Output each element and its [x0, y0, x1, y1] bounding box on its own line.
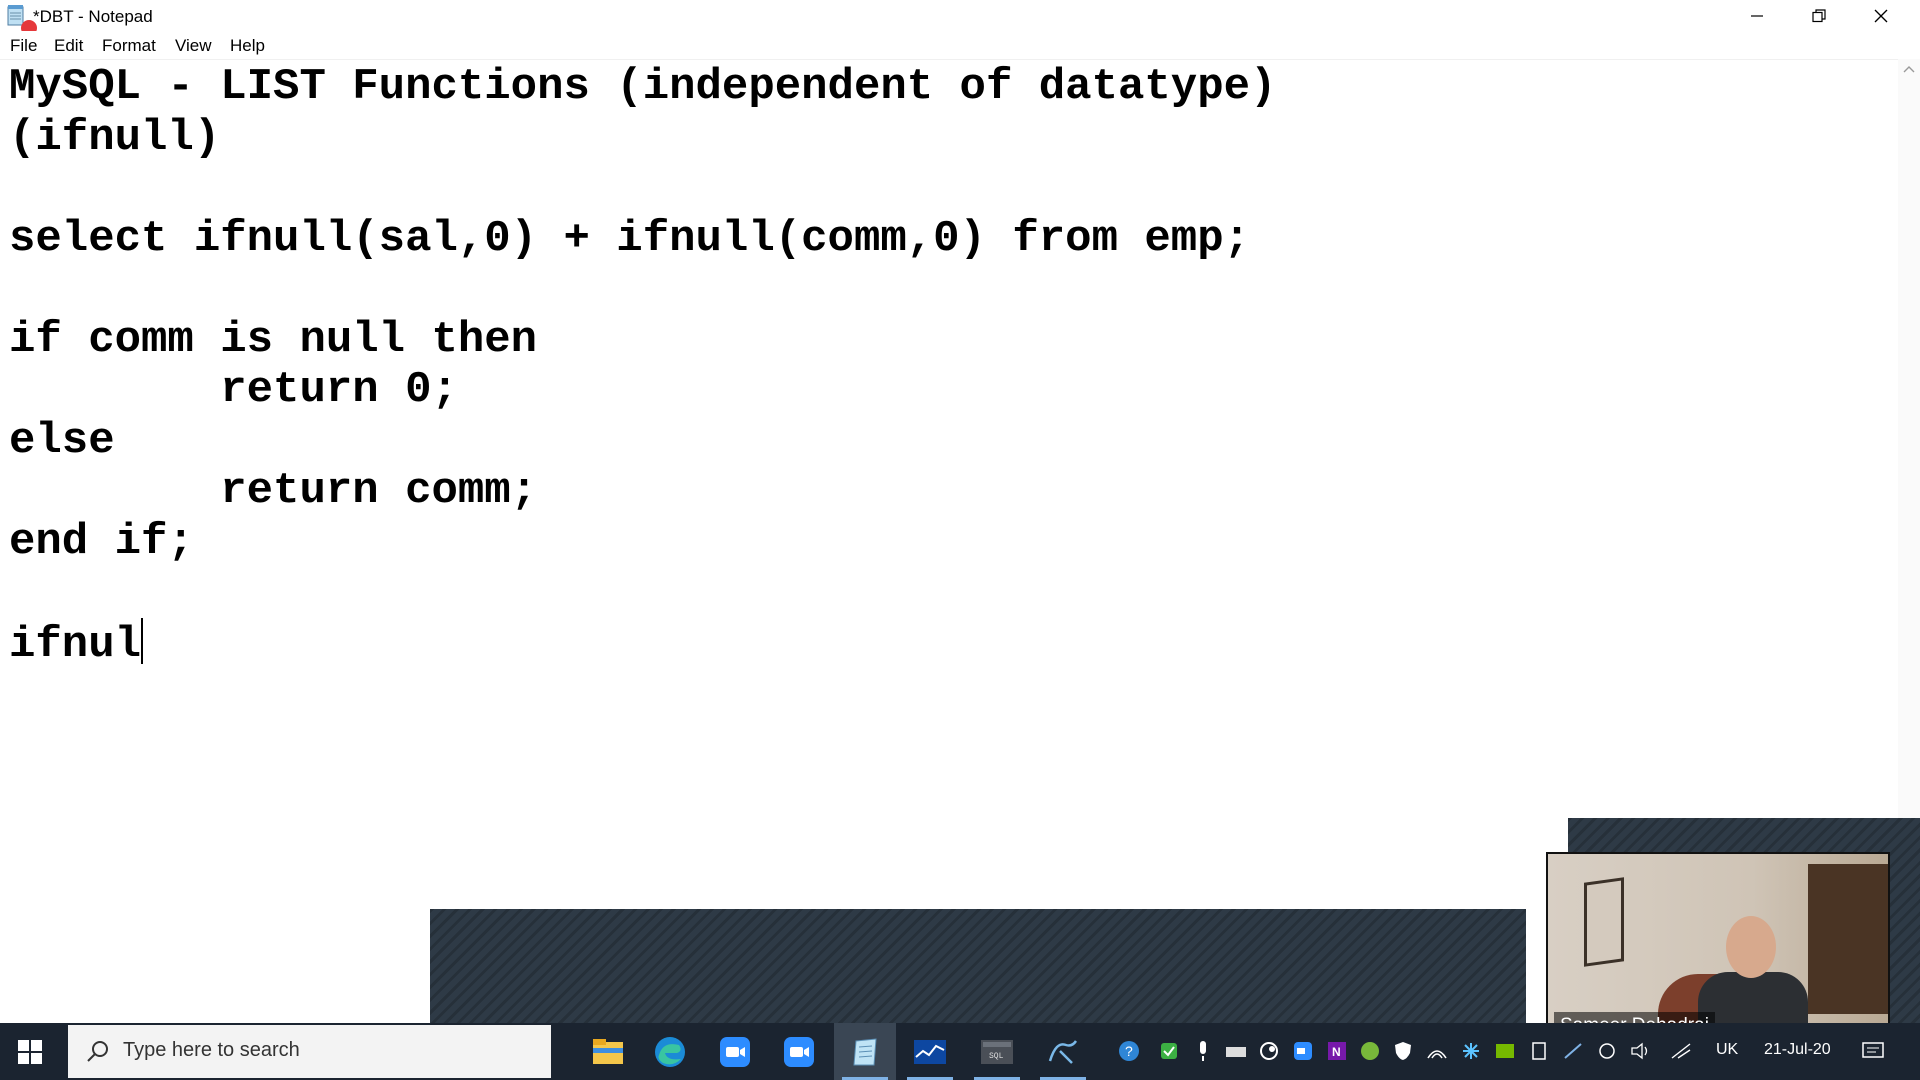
- person-head: [1726, 916, 1776, 978]
- microphone-icon[interactable]: [1190, 1037, 1216, 1065]
- wifi-icon[interactable]: [1424, 1037, 1450, 1065]
- bookshelf: [1808, 864, 1888, 1014]
- editor-line: return comm;: [9, 466, 538, 516]
- title-bar: *DBT - Notepad: [0, 0, 1920, 36]
- restore-button[interactable]: [1788, 0, 1850, 31]
- participant-video[interactable]: Sameer Dehadrai: [1546, 852, 1890, 1048]
- editor-line: (ifnull): [9, 112, 221, 163]
- menu-file[interactable]: File: [10, 36, 37, 56]
- zoom-tray-icon[interactable]: [1290, 1037, 1316, 1065]
- menu-format[interactable]: Format: [102, 36, 156, 56]
- edge-icon: [655, 1036, 685, 1067]
- text-caret: [141, 617, 144, 664]
- close-button[interactable]: [1850, 0, 1912, 31]
- drive-icon[interactable]: [1223, 1037, 1249, 1065]
- editor-line: if comm is null then: [9, 314, 538, 365]
- search-placeholder: Type here to search: [123, 1039, 300, 1061]
- restore-icon: [1812, 8, 1826, 22]
- editor-current-line: ifnul: [9, 619, 142, 670]
- editor-line: return 0;: [9, 365, 458, 415]
- check-shield-icon[interactable]: [1156, 1037, 1182, 1065]
- taskbar: Type here to search SQL ? N UK 21-Jul-20: [0, 1023, 1920, 1080]
- minimize-button[interactable]: [1726, 0, 1788, 31]
- date-display[interactable]: 21-Jul-20: [1764, 1041, 1831, 1059]
- minimize-icon: [1751, 14, 1763, 17]
- chart-app-icon: [914, 1039, 946, 1064]
- editor-line: select ifnull(sal,0) + ifnull(comm,0) fr…: [9, 213, 1251, 264]
- wall-picture-frame: [1584, 877, 1624, 967]
- steam-icon[interactable]: [1256, 1037, 1282, 1065]
- menu-bar: File Edit Format View Help: [0, 31, 1920, 59]
- search-icon: [87, 1041, 108, 1062]
- svg-text:SQL: SQL: [989, 1052, 1004, 1061]
- notifications-icon[interactable]: [1860, 1037, 1886, 1065]
- snowflake-icon[interactable]: [1458, 1037, 1484, 1065]
- language-indicator[interactable]: UK: [1716, 1041, 1738, 1059]
- taskbar-app-mysql-workbench[interactable]: [1032, 1023, 1094, 1080]
- device-icon[interactable]: [1526, 1037, 1552, 1065]
- svg-text:?: ?: [1125, 1043, 1133, 1059]
- zoom-icon: [720, 1036, 750, 1067]
- editor-line: else: [9, 415, 115, 466]
- menu-view[interactable]: View: [175, 36, 212, 56]
- taskbar-search-box[interactable]: Type here to search: [68, 1025, 551, 1078]
- onenote-icon[interactable]: N: [1324, 1037, 1350, 1065]
- taskbar-app-edge[interactable]: [639, 1023, 701, 1080]
- taskbar-app-chart[interactable]: [899, 1023, 961, 1080]
- taskbar-app-file-explorer[interactable]: [577, 1023, 639, 1080]
- notepad-icon: [853, 1037, 877, 1065]
- editor-text: MySQL - LIST Functions (independent of d…: [9, 62, 1276, 670]
- menu-edit[interactable]: Edit: [54, 36, 83, 56]
- nvidia-icon[interactable]: [1492, 1037, 1518, 1065]
- mysql-workbench-icon: [1048, 1039, 1078, 1064]
- security-shield-icon[interactable]: [1390, 1037, 1416, 1065]
- taskbar-app-zoom[interactable]: [704, 1023, 766, 1080]
- battery-icon[interactable]: [1594, 1037, 1620, 1065]
- taskbar-app-notepad[interactable]: [834, 1023, 896, 1080]
- taskbar-app-zoom-meetings[interactable]: [768, 1023, 830, 1080]
- volume-icon[interactable]: [1628, 1037, 1654, 1065]
- close-icon: [1874, 9, 1888, 22]
- pen-icon[interactable]: [1560, 1037, 1586, 1065]
- window-title: *DBT - Notepad: [33, 7, 153, 26]
- sql-terminal-icon: SQL: [981, 1039, 1013, 1064]
- svg-text:N: N: [1332, 1045, 1341, 1059]
- windows-start-icon[interactable]: [18, 1040, 42, 1064]
- menu-help[interactable]: Help: [230, 36, 265, 56]
- scroll-up-arrow-icon[interactable]: [1903, 65, 1915, 73]
- editor-line: end if;: [9, 516, 194, 567]
- utorrent-icon[interactable]: [1357, 1037, 1383, 1065]
- taskbar-app-sql-terminal[interactable]: SQL: [966, 1023, 1028, 1080]
- network-icon[interactable]: [1668, 1037, 1694, 1065]
- screen-share-overlay-bar: [430, 909, 1526, 1023]
- file-explorer-icon: [593, 1038, 623, 1064]
- help-icon[interactable]: ?: [1116, 1037, 1142, 1065]
- zoom-meetings-icon: [784, 1036, 814, 1067]
- editor-line: MySQL - LIST Functions (independent of d…: [9, 62, 1277, 112]
